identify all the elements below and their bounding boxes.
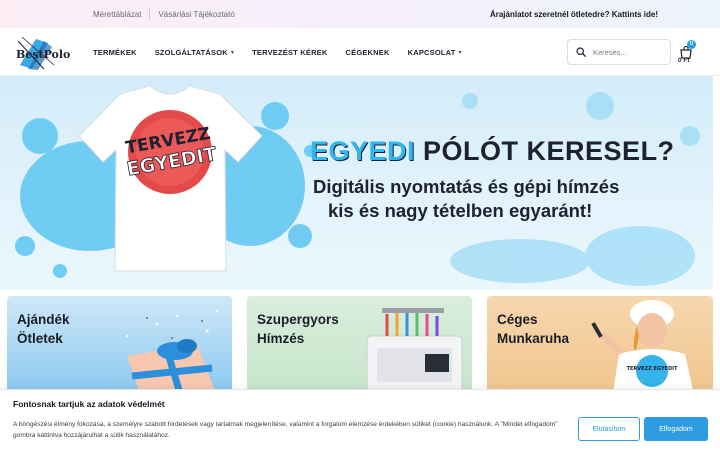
main-nav: TERMÉKEK SZOLGÁLTATÁSOK ▾ TERVEZÉST KÉREK… xyxy=(93,28,480,76)
quote-promo-link[interactable]: Árajánlatot szeretnél ötletedre? Kattint… xyxy=(490,0,658,28)
cookie-title: Fontosnak tartjuk az adatok védelmét xyxy=(13,399,165,409)
cookie-text: A böngészési élmény fokozása, a személyr… xyxy=(13,421,558,439)
purchase-info-link[interactable]: Vásárlási Tájékoztató xyxy=(158,10,234,19)
card-company-workwear[interactable]: Céges Munkaruha TERVEZZ EGYEDIT xyxy=(487,296,713,400)
search-box[interactable] xyxy=(567,39,671,65)
bestpolo-logo[interactable]: BestPolo xyxy=(14,35,72,71)
nav-label: SZOLGÁLTATÁSOK xyxy=(154,47,228,57)
logo-text: BestPolo xyxy=(16,48,70,61)
hero-banner[interactable]: TERVEZZ EGYEDIT EGYEDI PÓLÓT KERESEL? Di… xyxy=(0,76,713,290)
nav-item-products[interactable]: TERMÉKEK xyxy=(93,48,137,57)
top-bar: Mérettáblázat Vásárlási Tájékoztató Áraj… xyxy=(0,0,720,28)
cart-button[interactable]: 0 0 Ft xyxy=(676,40,700,68)
accept-cookies-button[interactable]: Elfogadom xyxy=(644,417,708,441)
cookie-consent-bar: Fontosnak tartjuk az adatok védelmét A b… xyxy=(0,389,720,450)
top-links: Mérettáblázat Vásárlási Tájékoztató xyxy=(93,0,235,28)
nav-item-for-companies[interactable]: CÉGEKNEK xyxy=(346,48,390,57)
nav-label: KAPCSOLAT xyxy=(407,47,456,57)
nav-item-contact[interactable]: KAPCSOLAT ▾ xyxy=(408,48,462,57)
worker-illustration: TERVEZZ EGYEDIT xyxy=(591,300,695,400)
nav-label: CÉGEKNEK xyxy=(345,47,390,57)
nav-item-services[interactable]: SZOLGÁLTATÁSOK ▾ xyxy=(155,48,234,57)
nav-label: TERVEZÉST KÉREK xyxy=(252,47,328,57)
search-input[interactable] xyxy=(593,47,663,57)
hero-title-accent: EGYEDI xyxy=(310,136,416,166)
hero-title: EGYEDI PÓLÓT KERESEL? xyxy=(310,136,675,167)
hero-title-rest: PÓLÓT KERESEL? xyxy=(415,136,675,166)
nav-label: TERMÉKEK xyxy=(93,47,137,57)
card-fast-embroidery[interactable]: Szupergyors Hímzés xyxy=(247,296,472,400)
nav-item-request-design[interactable]: TERVEZÉST KÉREK xyxy=(252,48,327,57)
reject-cookies-button[interactable]: Elutasítom xyxy=(578,417,640,441)
embroidery-machine-icon xyxy=(366,308,463,400)
chevron-down-icon: ▾ xyxy=(230,49,235,56)
hero-subtitle-line-1: Digitális nyomtatás és gépi hímzés xyxy=(313,176,620,197)
worker-shirt-text: TERVEZZ EGYEDIT xyxy=(627,366,678,372)
size-chart-link[interactable]: Mérettáblázat xyxy=(93,10,141,19)
divider xyxy=(149,9,151,19)
site-header: BestPolo TERMÉKEK SZOLGÁLTATÁSOK ▾ TERVEZ… xyxy=(0,28,720,76)
chevron-down-icon: ▾ xyxy=(458,49,462,56)
card-gift-ideas[interactable]: Ajándék Ötletek xyxy=(7,296,232,400)
hero-subtitle-line-2: kis és nagy tételben egyaránt! xyxy=(328,200,593,221)
search-icon xyxy=(576,47,586,57)
cart-total: 0 Ft xyxy=(678,57,690,64)
cart-count-badge: 0 xyxy=(687,40,696,49)
gift-box-icon xyxy=(125,309,219,400)
